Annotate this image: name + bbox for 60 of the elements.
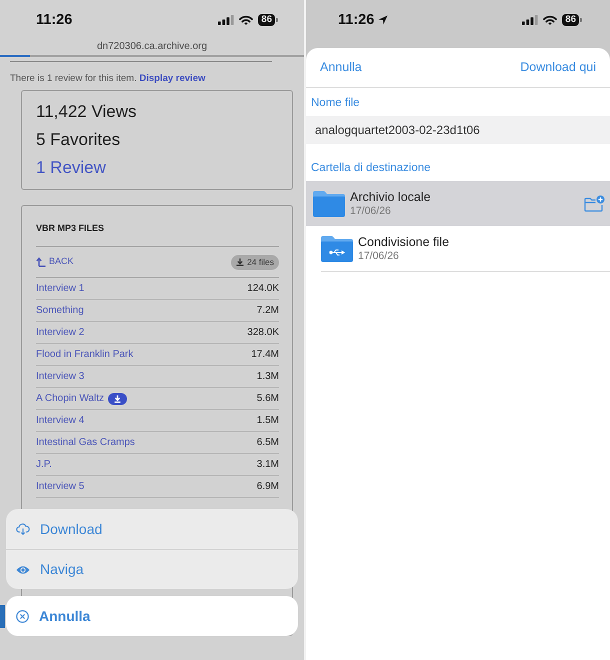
destination-label: Cartella di destinazione (310, 161, 432, 176)
folder-row[interactable]: Condivisione file 17/06/26 (306, 226, 610, 271)
close-circle-icon (16, 610, 29, 622)
signal-icon (522, 15, 538, 25)
reviews-link[interactable]: 1 Review (36, 154, 278, 182)
favorites-count: 5 Favorites (36, 129, 122, 151)
file-size: 1.3M (256, 370, 279, 384)
file-link[interactable]: Intestinal Gas Cramps (36, 435, 135, 450)
folder-icon (313, 190, 345, 217)
address-url[interactable]: dn720306.ca.archive.org (0, 40, 304, 54)
file-link[interactable]: Interview 3 (36, 369, 84, 384)
action-sheet-item[interactable]: Naviga (6, 549, 298, 589)
file-size: 17.4M (251, 348, 279, 362)
display-review-link[interactable]: Display review (139, 73, 206, 84)
file-size: 1.5M (256, 414, 279, 428)
status-time: 11:26 (338, 11, 374, 29)
folder-row[interactable]: Archivio locale 17/06/26 (306, 181, 610, 226)
file-size: 6.5M (256, 436, 279, 450)
file-size: 6.9M (256, 480, 279, 494)
download-icon (236, 258, 244, 266)
back-arrow-icon (36, 257, 46, 267)
file-size: 124.0K (247, 282, 279, 296)
cancel-button[interactable]: Annulla (320, 58, 362, 77)
edge-strip (0, 605, 5, 628)
file-link[interactable]: Interview 5 (36, 479, 84, 494)
status-time: 11:26 (36, 11, 72, 29)
file-size: 3.1M (256, 458, 279, 472)
file-size: 7.2M (256, 304, 279, 318)
back-link[interactable]: BACK (36, 255, 74, 269)
wifi-icon (239, 15, 254, 25)
file-link[interactable]: Flood in Franklin Park (36, 347, 134, 362)
filename-field[interactable]: analogquartet2003-02-23d1t06 (306, 116, 610, 144)
battery-indicator: 86 (258, 14, 278, 26)
battery-indicator: 86 (562, 14, 582, 26)
download-all-button[interactable]: 24 files (231, 254, 279, 270)
file-link[interactable]: Interview 2 (36, 325, 84, 340)
folder-name: Archivio locale (350, 190, 431, 204)
file-size: 328.0K (247, 326, 279, 340)
download-icon[interactable] (108, 392, 127, 404)
wifi-icon (543, 15, 558, 25)
download-here-button[interactable]: Download qui (520, 58, 596, 77)
folder-date: 17/06/26 (350, 204, 392, 218)
views-count: 11,422 Views (36, 101, 138, 123)
file-link[interactable]: Interview 4 (36, 413, 84, 428)
file-link[interactable]: Interview 1 (36, 281, 84, 296)
usb-folder-icon (321, 235, 353, 262)
file-link[interactable]: J.P. (36, 457, 52, 472)
review-notice: There is 1 review for this item. Display review (10, 73, 206, 85)
action-sheet-item[interactable]: Download (6, 509, 298, 549)
signal-icon (218, 15, 234, 25)
files-heading: VBR MP3 FILES (36, 222, 279, 247)
eye-icon (16, 564, 30, 574)
cancel-button[interactable]: Annulla (6, 596, 298, 636)
file-link[interactable]: A Chopin Waltz (36, 391, 104, 406)
cloud-download-icon (16, 523, 30, 535)
filename-label: Nome file (310, 96, 361, 111)
file-link[interactable]: Something (36, 303, 84, 318)
folder-name: Condivisione file (358, 234, 450, 250)
folder-date: 17/06/26 (358, 250, 400, 262)
file-size: 5.6M (256, 392, 279, 406)
